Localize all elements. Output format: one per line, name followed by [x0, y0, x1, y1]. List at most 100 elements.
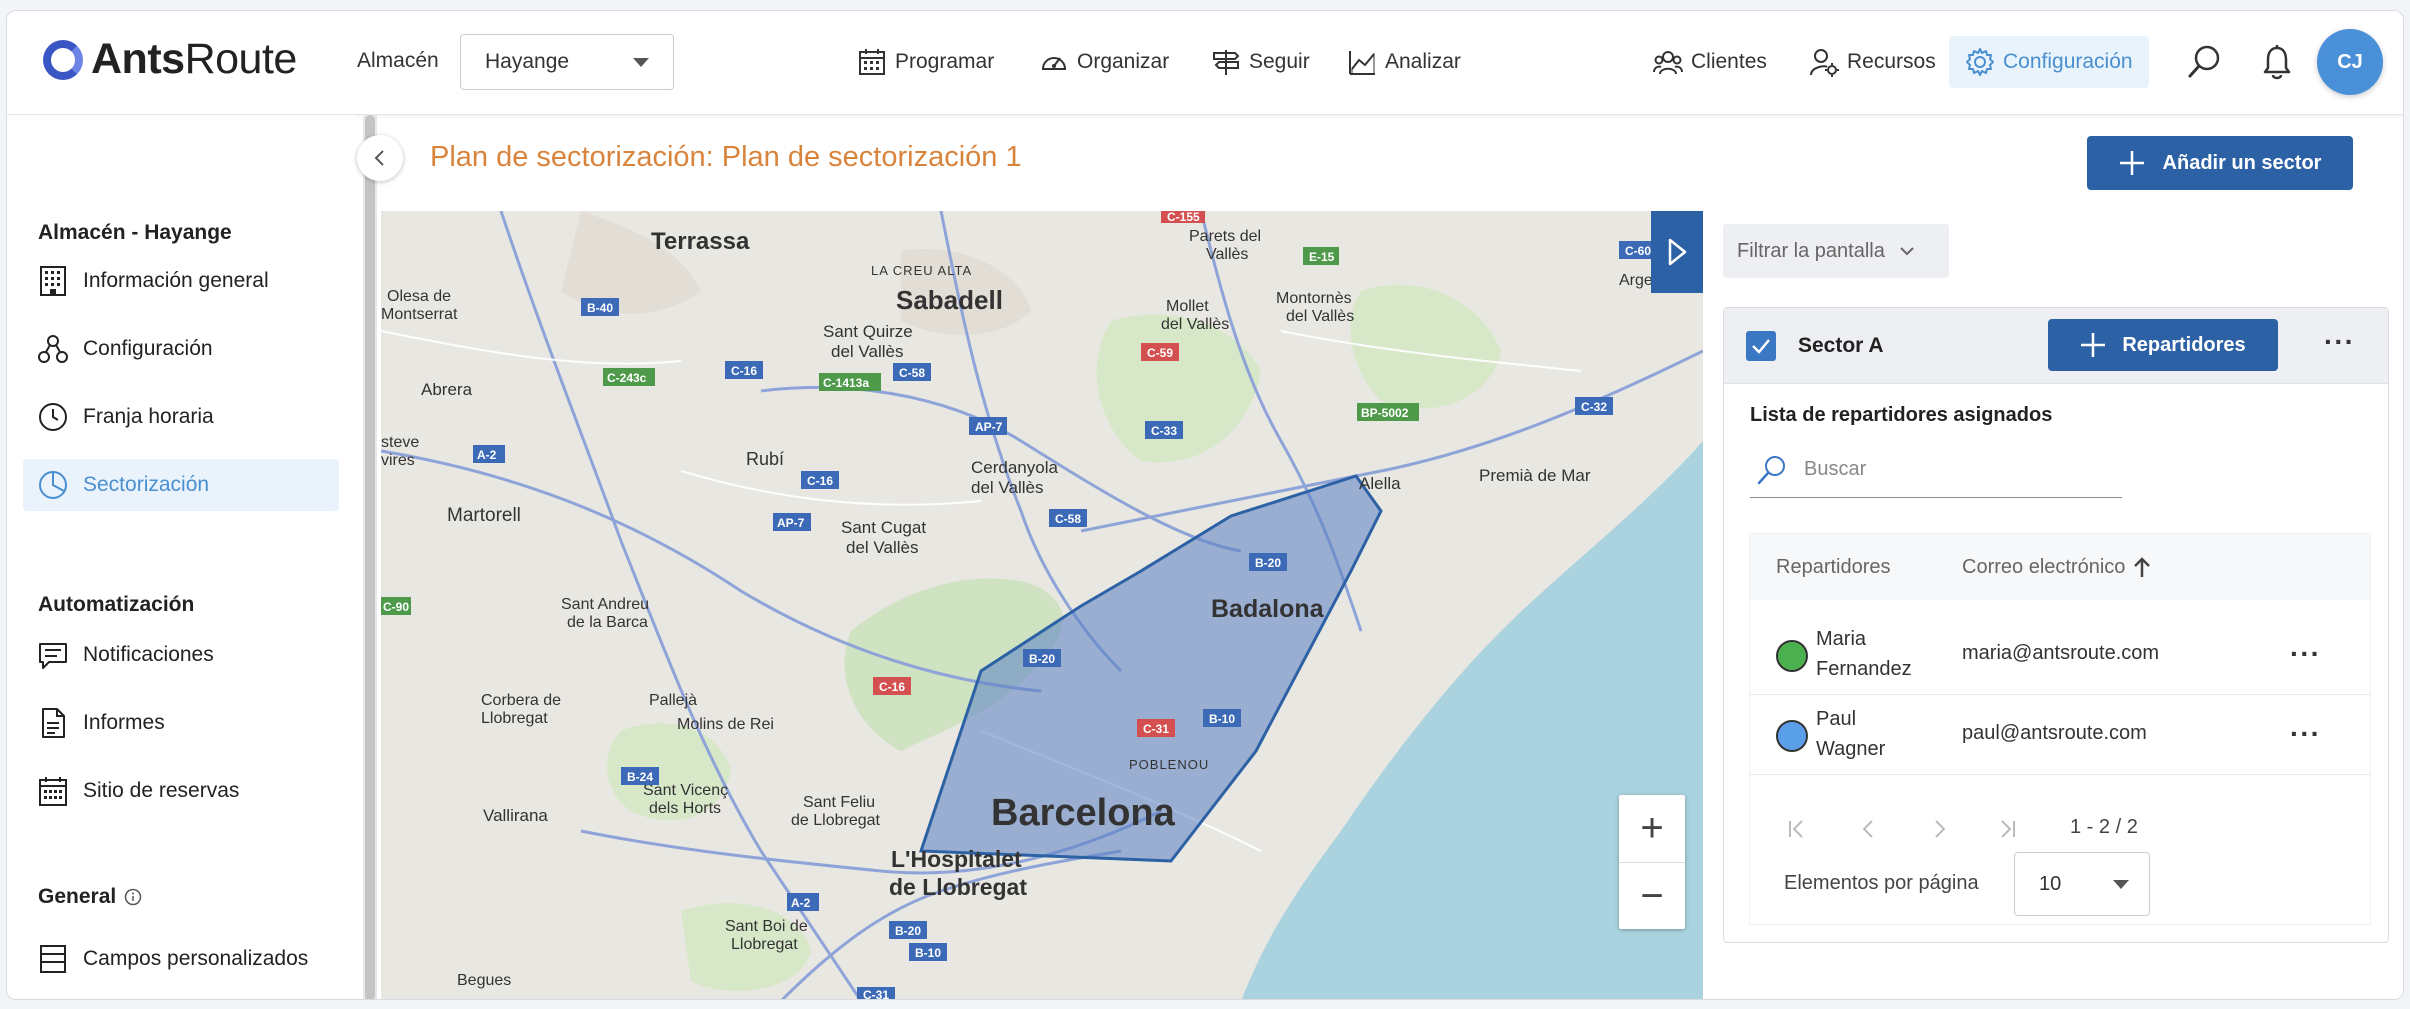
info-icon[interactable] — [124, 888, 142, 906]
search-button[interactable] — [2185, 42, 2225, 82]
filter-screen-dropdown[interactable]: Filtrar la pantalla — [1723, 224, 1949, 278]
play-icon — [1668, 238, 1687, 266]
nav-recursos[interactable]: Recursos — [1809, 41, 1936, 83]
sidebar-scrollbar[interactable] — [363, 115, 377, 999]
add-sector-button[interactable]: Añadir un sector — [2087, 136, 2353, 190]
svg-text:C-90: C-90 — [383, 600, 409, 614]
sidebar-item-franja-horaria[interactable]: Franja horaria — [23, 391, 339, 443]
nav-analizar[interactable]: Analizar — [1347, 41, 1461, 83]
logo-icon — [43, 39, 83, 80]
nav-programar[interactable]: Programar — [857, 41, 994, 83]
svg-text:AP-7: AP-7 — [777, 516, 805, 530]
map-label-montornes-2: del Vallès — [1286, 308, 1354, 325]
column-header-repartidores[interactable]: Repartidores — [1776, 556, 1891, 579]
svg-text:C-31: C-31 — [1143, 722, 1169, 736]
map-label-terrassa: Terrassa — [651, 228, 750, 255]
per-page-select[interactable]: 10 — [2014, 852, 2150, 916]
search-input[interactable] — [1804, 458, 2084, 481]
row-more-menu-button[interactable]: ··· — [2290, 640, 2321, 668]
nav-seguir[interactable]: Seguir — [1211, 41, 1310, 83]
sidebar-item-informes[interactable]: Informes — [23, 697, 339, 749]
nav-analizar-label: Analizar — [1385, 50, 1461, 73]
svg-text:C-16: C-16 — [807, 474, 833, 488]
sidebar-item-label: Notificaciones — [83, 643, 214, 666]
nav-configuracion[interactable]: Configuración — [1949, 36, 2149, 88]
map-label-poblenou: POBLENOU — [1129, 757, 1209, 772]
chevron-down-icon — [2113, 879, 2129, 889]
driver-last-name: Fernandez — [1816, 658, 1912, 680]
map-canvas[interactable]: Terrassa Sabadell Badalona Barcelona L'H… — [381, 211, 1703, 1000]
zoom-out-button[interactable]: − — [1619, 862, 1685, 929]
plus-icon — [2119, 151, 2144, 175]
scrollbar-thumb[interactable] — [365, 115, 375, 999]
table-row[interactable]: Maria Fernandez maria@antsroute.com ··· — [1750, 616, 2370, 695]
map-label-parets-2: Vallès — [1206, 246, 1248, 263]
map-label-corbera-2: Llobregat — [481, 710, 548, 727]
sidebar-item-label: Sectorización — [83, 473, 210, 496]
map-label-alella: Alella — [1359, 474, 1401, 493]
sidebar-item-configuracion[interactable]: Configuración — [23, 323, 339, 375]
map-label-badalona: Badalona — [1211, 595, 1325, 623]
antsroute-logo[interactable]: AntsRoute — [43, 35, 297, 84]
app-window: AntsRoute Almacén Hayange Programar Orga… — [6, 10, 2404, 1000]
map-label-corbera: Corbera de — [481, 692, 561, 709]
logo-text-bold: Ants — [91, 35, 185, 83]
first-page-icon[interactable] — [1786, 818, 1808, 840]
map-view[interactable]: Terrassa Sabadell Badalona Barcelona L'H… — [381, 211, 1703, 1000]
svg-text:A-2: A-2 — [791, 896, 811, 910]
column-header-email[interactable]: Correo electrónico — [1962, 556, 2151, 579]
collapse-sidebar-button[interactable] — [357, 135, 403, 181]
sidebar-item-sitio-de-reservas[interactable]: Sitio de reservas — [23, 765, 339, 817]
map-label-abrera: Abrera — [421, 380, 473, 399]
user-avatar[interactable]: CJ — [2317, 29, 2383, 95]
sidebar-item-informacion-general[interactable]: Información general — [23, 255, 339, 307]
svg-text:C-58: C-58 — [899, 366, 925, 380]
driver-color-dot — [1776, 640, 1808, 672]
nodes-icon — [38, 335, 68, 363]
map-label-sabadell: Sabadell — [896, 285, 1003, 315]
pagination: 1 - 2 / 2 — [1750, 796, 2370, 856]
sidebar-item-sectorizacion[interactable]: Sectorización — [23, 459, 339, 511]
nav-organizar[interactable]: Organizar — [1039, 41, 1169, 83]
map-label-steve: steve — [381, 434, 419, 451]
nav-organizar-label: Organizar — [1077, 50, 1170, 73]
sidebar-item-label: Franja horaria — [83, 405, 214, 428]
sidebar-item-campos-personalizados[interactable]: Campos personalizados — [23, 933, 339, 985]
prev-page-icon[interactable] — [1858, 818, 1880, 840]
next-page-icon[interactable] — [1928, 818, 1950, 840]
map-label-hospitalet: L'Hospitalet — [891, 846, 1022, 872]
svg-text:B-10: B-10 — [915, 946, 941, 960]
svg-text:B-24: B-24 — [627, 770, 653, 784]
map-label-sant-cugat: Sant Cugat — [841, 518, 926, 537]
nav-clientes[interactable]: Clientes — [1653, 41, 1767, 83]
gear-icon — [1966, 48, 1994, 76]
calendar-grid-icon — [39, 777, 67, 806]
add-repartidores-button[interactable]: Repartidores — [2048, 319, 2278, 371]
clock-icon — [39, 403, 67, 431]
plus-icon — [2081, 333, 2106, 357]
map-label-premia: Premià de Mar — [1479, 466, 1591, 485]
sidebar-item-notificaciones[interactable]: Notificaciones — [23, 629, 339, 681]
svg-text:B-10: B-10 — [1209, 712, 1235, 726]
zoom-in-button[interactable]: + — [1619, 795, 1685, 862]
map-label-olesa-2: Montserrat — [381, 306, 458, 323]
svg-text:B-20: B-20 — [1029, 652, 1055, 666]
notifications-button[interactable] — [2257, 42, 2297, 82]
svg-text:C-60: C-60 — [1625, 244, 1651, 258]
warehouse-select[interactable]: Hayange — [460, 34, 674, 90]
search-icon — [2188, 45, 2220, 78]
nav-seguir-label: Seguir — [1249, 50, 1310, 73]
table-row[interactable]: Paul Wagner paul@antsroute.com ··· — [1750, 696, 2370, 775]
map-panel-toggle[interactable] — [1651, 211, 1703, 293]
svg-text:C-1413a: C-1413a — [823, 376, 869, 390]
driver-first-name: Maria — [1816, 628, 1867, 650]
last-page-icon[interactable] — [1996, 818, 2018, 840]
map-label-quirze: Sant Quirze — [823, 322, 913, 341]
row-more-menu-button[interactable]: ··· — [2290, 720, 2321, 748]
chevron-left-icon — [374, 150, 384, 166]
sector-more-menu-button[interactable]: ··· — [2324, 328, 2355, 356]
svg-text:B-40: B-40 — [587, 301, 613, 315]
map-zoom-controls: + − — [1619, 795, 1685, 929]
svg-text:C-16: C-16 — [879, 680, 905, 694]
sector-checkbox[interactable] — [1746, 331, 1776, 361]
